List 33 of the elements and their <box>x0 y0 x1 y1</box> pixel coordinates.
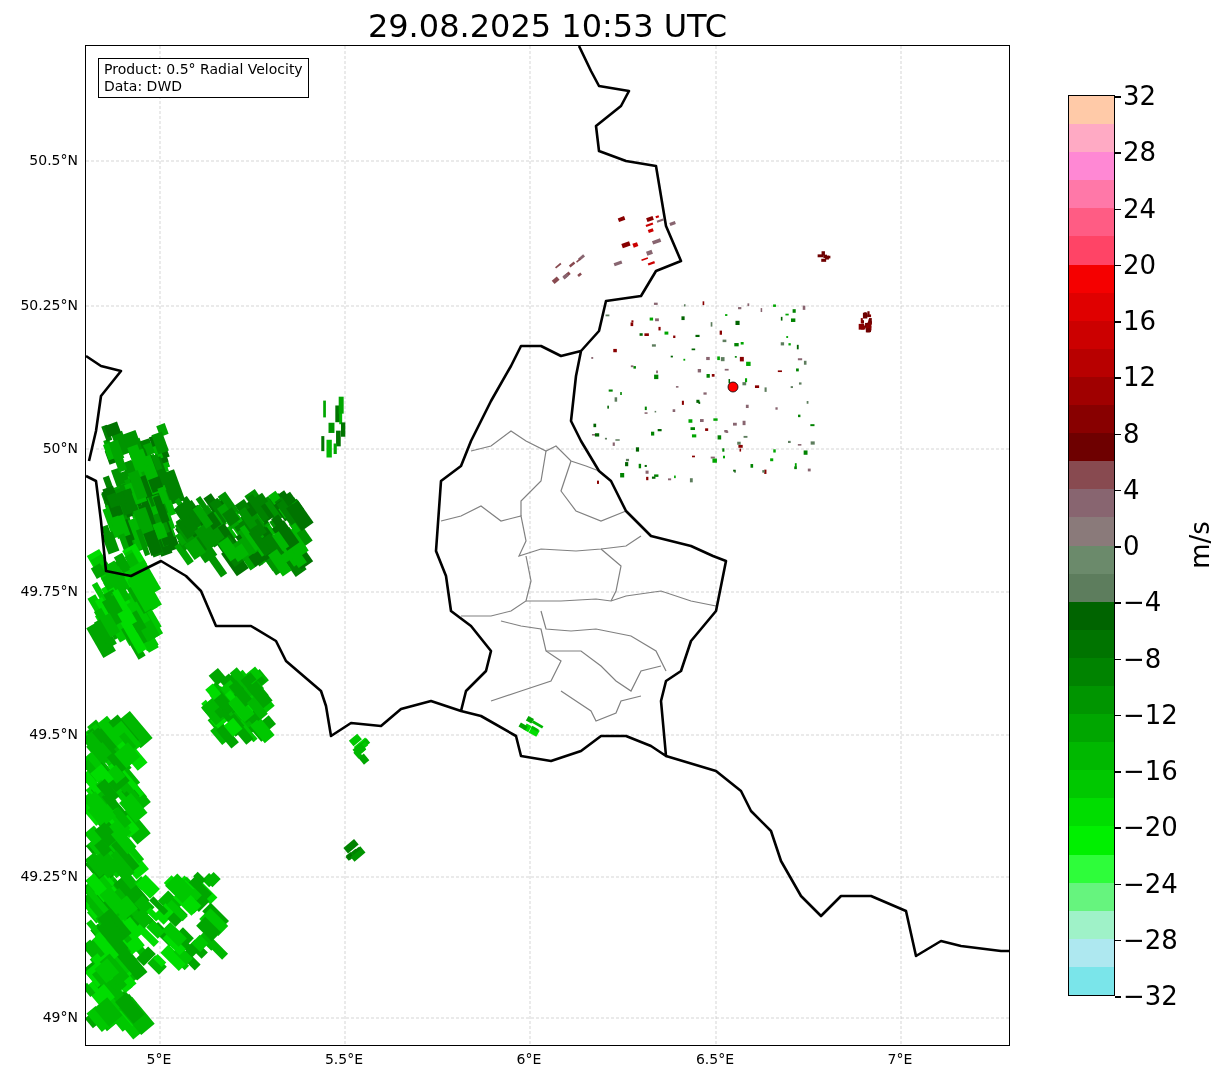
info-box: Product: 0.5° Radial Velocity Data: DWD <box>98 58 309 98</box>
longitude-label: 5°E <box>145 1050 173 1068</box>
latitude-label: 50.25°N <box>19 296 78 314</box>
longitude-label: 6.5°E <box>694 1050 736 1068</box>
colorbar-tick-label: 12 <box>1123 362 1157 393</box>
colorbar-tick-label: −8 <box>1123 643 1162 674</box>
colorbar-tick-label: −24 <box>1123 868 1178 899</box>
colorbar-tick-label: 4 <box>1123 474 1140 505</box>
colorbar-tick-label: 20 <box>1123 249 1157 280</box>
colorbar-tick-label: 0 <box>1123 531 1140 561</box>
colorbar-tick-label: −12 <box>1123 699 1178 730</box>
colorbar-tick-label: 24 <box>1123 193 1157 224</box>
latitude-label: 49°N <box>41 1008 78 1026</box>
colorbar-tick-label: −4 <box>1123 587 1162 618</box>
longitude-label: 7°E <box>886 1050 914 1068</box>
latitude-label: 49.75°N <box>19 582 78 600</box>
latitude-label: 49.5°N <box>28 725 78 743</box>
colorbar-tick-label: 16 <box>1123 306 1157 336</box>
colorbar-tick-label: −16 <box>1123 756 1178 786</box>
colorbar-label: m/s <box>1185 520 1215 571</box>
longitude-label: 6°E <box>515 1050 543 1068</box>
colorbar-tick-label: 8 <box>1123 418 1140 449</box>
longitude-label: 5.5°E <box>323 1050 365 1068</box>
radar-site-icon <box>727 381 739 393</box>
latitude-label: 50°N <box>41 439 78 457</box>
colorbar-tick-label: 32 <box>1123 81 1157 111</box>
colorbar-tick-label: −28 <box>1123 924 1178 955</box>
latitude-label: 50.5°N <box>28 151 78 169</box>
colorbar-tick-label: −32 <box>1123 981 1178 1011</box>
colorbar-tick-label: −20 <box>1123 812 1178 843</box>
chart-title: 29.08.2025 10:53 UTC <box>366 6 729 46</box>
latitude-label: 49.25°N <box>19 867 78 885</box>
colorbar-tick-label: 28 <box>1123 137 1157 168</box>
